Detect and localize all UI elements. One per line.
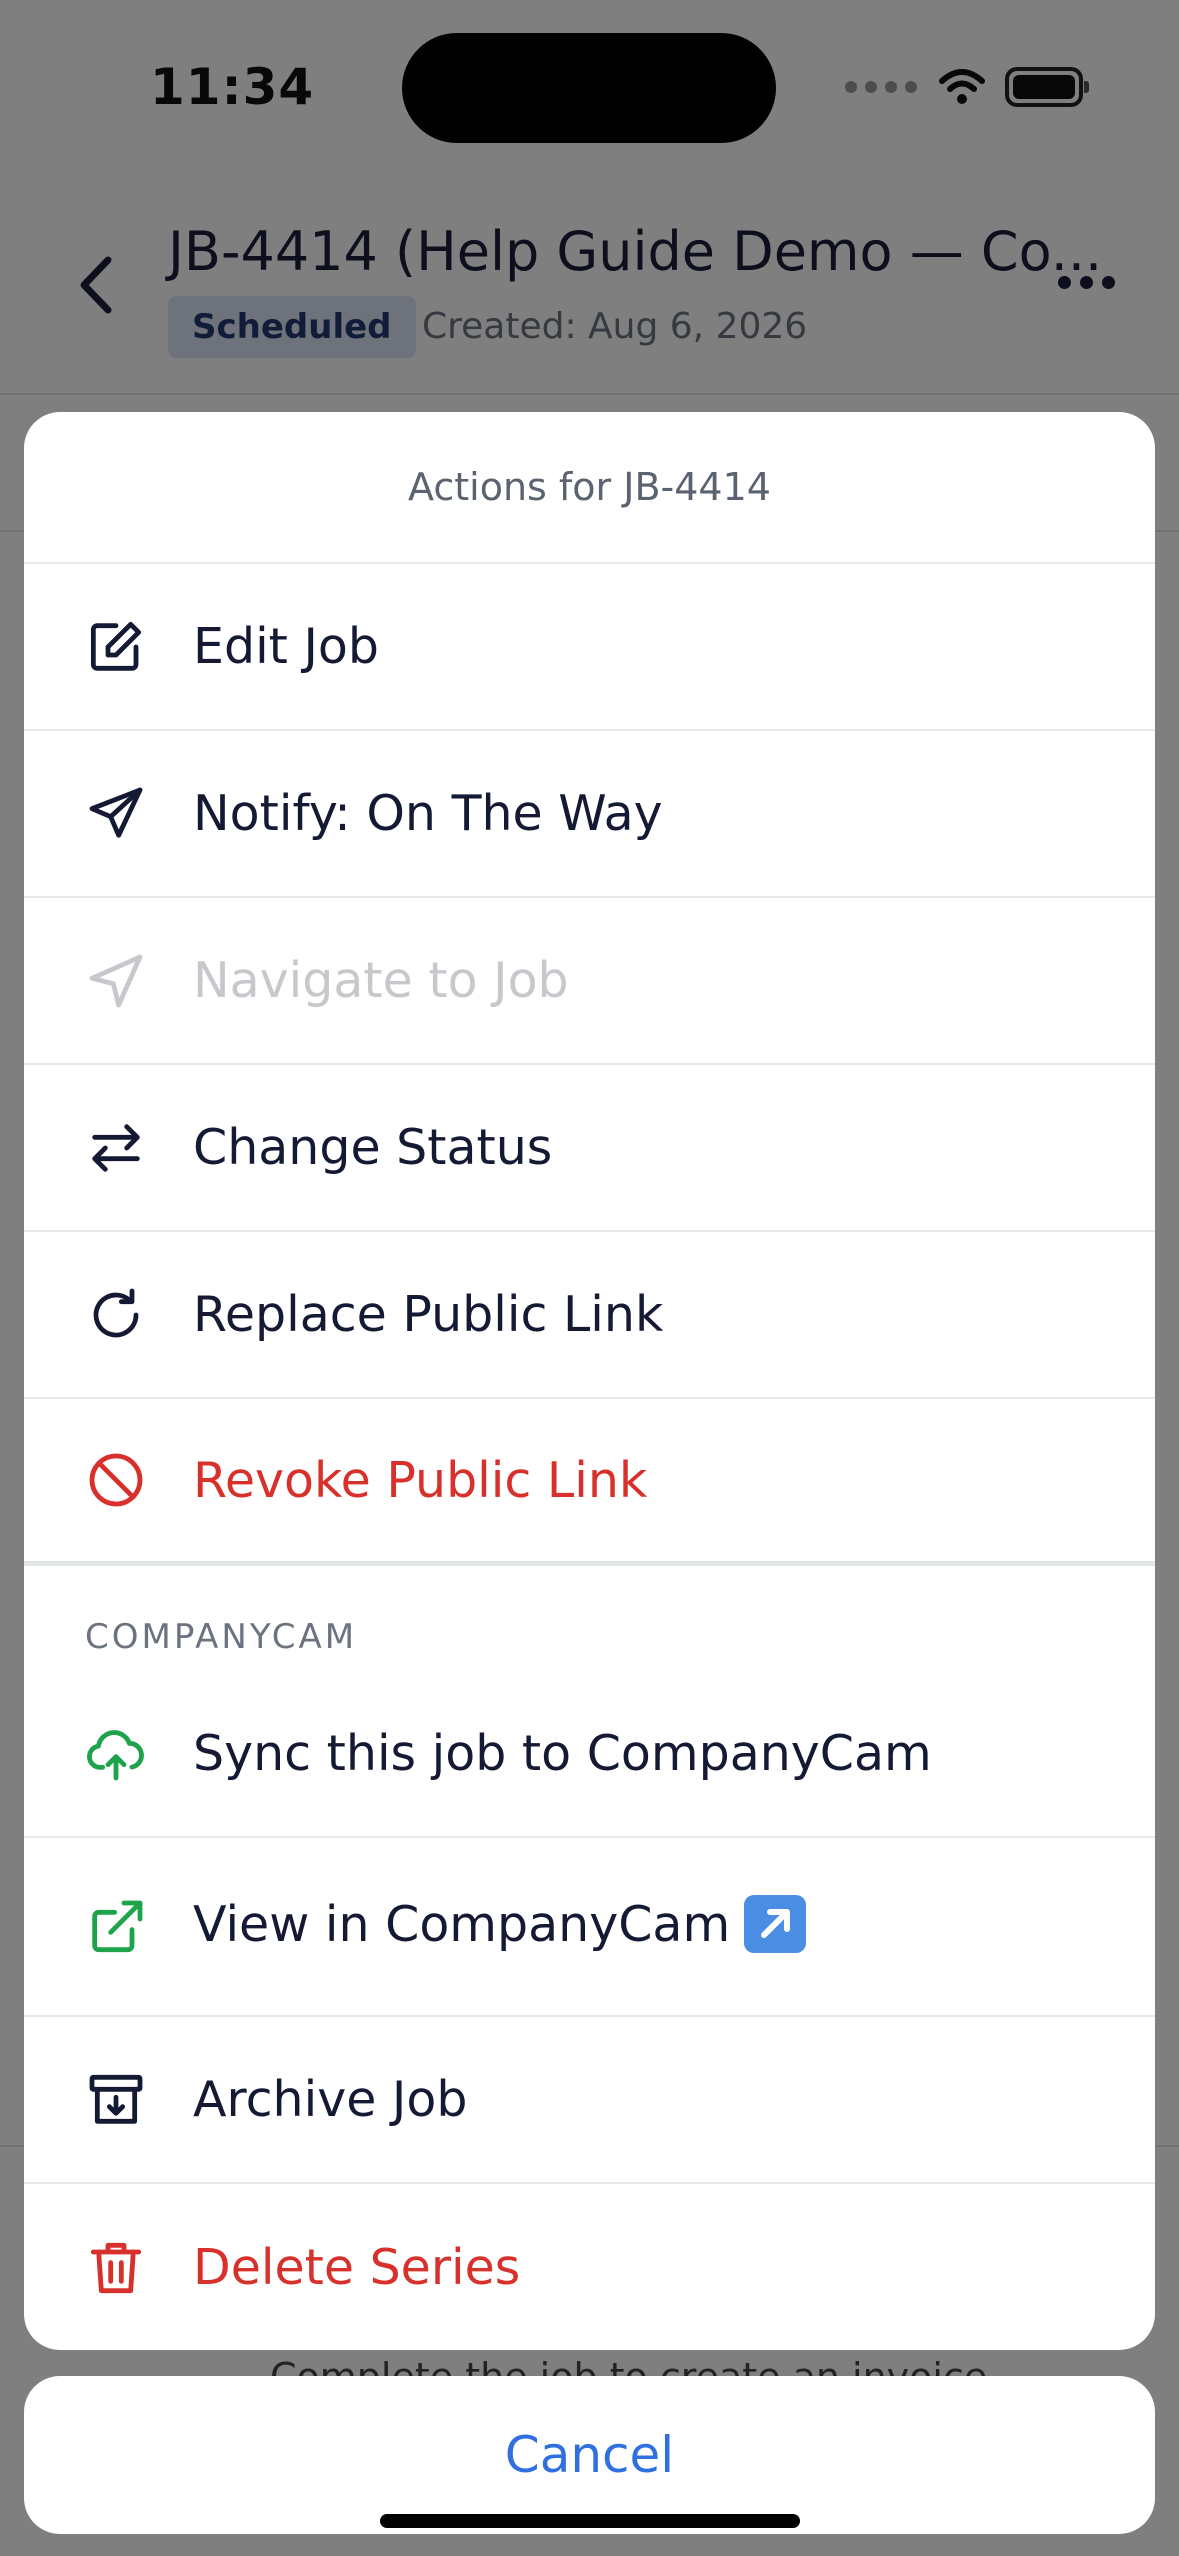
- navigation-icon: [84, 949, 148, 1013]
- notify-on-the-way-action[interactable]: Notify: On The Way: [24, 731, 1155, 898]
- change-status-action[interactable]: Change Status: [24, 1065, 1155, 1232]
- navigate-to-job-action[interactable]: Navigate to Job: [24, 898, 1155, 1065]
- action-label: Replace Public Link: [193, 1286, 664, 1343]
- ban-icon: [84, 1448, 148, 1512]
- edit-icon: [84, 615, 148, 679]
- external-link-icon: [84, 1895, 148, 1959]
- action-label: View in CompanyCam: [193, 1894, 807, 1957]
- archive-job-action[interactable]: Archive Job: [24, 2017, 1155, 2184]
- view-in-companycam-action[interactable]: View in CompanyCam: [24, 1838, 1155, 2017]
- up-right-arrow-emoji-icon: [744, 1894, 807, 1953]
- action-label: Delete Series: [193, 2239, 521, 2296]
- revoke-public-link-action[interactable]: Revoke Public Link: [24, 1399, 1155, 1566]
- refresh-icon: [84, 1283, 148, 1347]
- home-indicator[interactable]: [380, 2514, 800, 2528]
- cancel-button[interactable]: Cancel: [24, 2376, 1155, 2534]
- action-sheet-header: Actions for JB-4414: [24, 412, 1155, 564]
- action-label: Sync this job to CompanyCam: [193, 1725, 932, 1782]
- sync-companycam-action[interactable]: Sync this job to CompanyCam: [24, 1671, 1155, 1838]
- action-sheet: Actions for JB-4414 Edit Job Notify: On …: [24, 412, 1155, 2350]
- delete-series-action[interactable]: Delete Series: [24, 2184, 1155, 2350]
- cancel-label: Cancel: [504, 2426, 675, 2484]
- action-label: Edit Job: [193, 618, 379, 675]
- trash-icon: [84, 2236, 148, 2300]
- send-icon: [84, 782, 148, 846]
- action-label: Change Status: [193, 1119, 553, 1176]
- action-sheet-title: Actions for JB-4414: [408, 465, 771, 509]
- archive-icon: [84, 2068, 148, 2132]
- edit-job-action[interactable]: Edit Job: [24, 564, 1155, 731]
- screen: 11:34 JB-4414 (Help Guide Demo — Co... S…: [0, 0, 1179, 2556]
- action-label: Notify: On The Way: [193, 785, 663, 842]
- swap-arrows-icon: [84, 1116, 148, 1180]
- action-label: Navigate to Job: [193, 952, 569, 1009]
- action-label: Revoke Public Link: [193, 1451, 648, 1509]
- action-label: Archive Job: [193, 2071, 468, 2128]
- action-label-text: View in CompanyCam: [193, 1896, 731, 1954]
- cloud-upload-icon: [84, 1722, 148, 1786]
- companycam-section-label: COMPANYCAM: [85, 1617, 358, 1657]
- replace-public-link-action[interactable]: Replace Public Link: [24, 1232, 1155, 1399]
